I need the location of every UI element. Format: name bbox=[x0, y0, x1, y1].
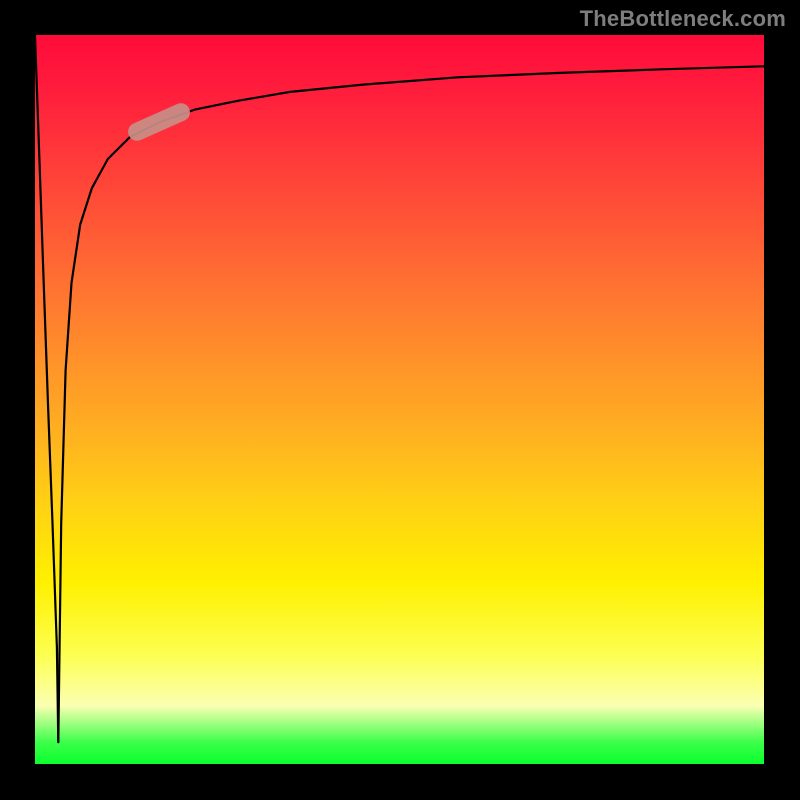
chart-frame: TheBottleneck.com bbox=[0, 0, 800, 800]
curve-layer bbox=[35, 35, 764, 764]
spike-path bbox=[35, 35, 58, 742]
plot-area bbox=[35, 35, 764, 764]
attribution-text: TheBottleneck.com bbox=[580, 6, 786, 32]
log-curve-path bbox=[58, 66, 764, 742]
